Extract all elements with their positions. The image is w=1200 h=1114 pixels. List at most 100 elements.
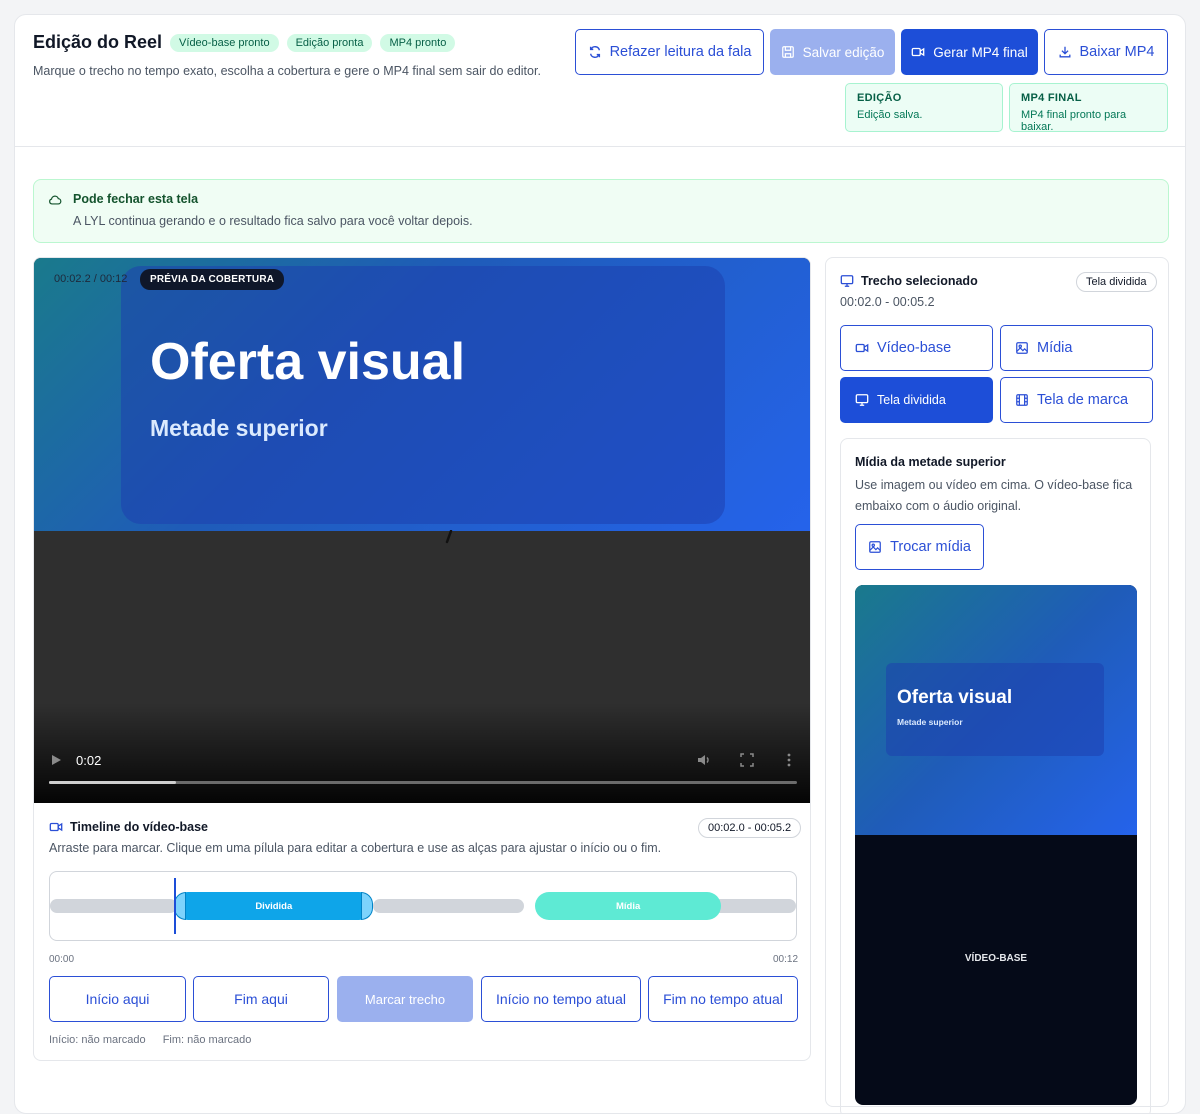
mark-segment-button[interactable]: Marcar trecho [337, 976, 473, 1022]
monitor-icon [840, 275, 854, 287]
swap-media-label: Trocar mídia [890, 539, 971, 555]
segment-label: Mídia [616, 900, 641, 912]
thumbnail-top-half: Oferta visual Metade superior [855, 585, 1137, 835]
chip-edit-ready: Edição pronta [286, 33, 373, 52]
segment-start-handle[interactable] [174, 892, 187, 920]
redo-speech-label: Refazer leitura da fala [609, 44, 752, 60]
timeline-range-badge: 00:02.0 - 00:05.2 [698, 818, 802, 838]
background-processing-banner: Pode fechar esta tela A LYL continua ger… [33, 179, 1169, 243]
timeline-playhead[interactable] [174, 878, 176, 934]
banner-text: A LYL continua gerando e o resultado fic… [73, 214, 473, 228]
panel-heading: Trecho selecionado [840, 274, 978, 288]
player-progress-fill [49, 781, 177, 784]
timeline-end-label: 00:12 [773, 954, 799, 965]
top-half-media-section: Mídia da metade superior Use imagem ou v… [840, 438, 1151, 1113]
video-frame-mark-icon [445, 530, 453, 544]
timeline-start-label: 00:00 [49, 954, 75, 965]
panel-layout-badge: Tela dividida [1076, 272, 1157, 292]
video-camera-icon [911, 47, 925, 57]
generate-mp4-button[interactable]: Gerar MP4 final [901, 29, 1038, 75]
preview-and-timeline-card: Oferta visual Metade superior 00:02.2 / … [33, 257, 811, 1061]
panel-title: Trecho selecionado [861, 274, 978, 288]
status-mp4-label: MP4 FINAL [1021, 92, 1082, 104]
thumbnail-headline: Oferta visual [897, 687, 1013, 708]
panel-range: 00:02.0 - 00:05.2 [840, 295, 935, 309]
start-here-button[interactable]: Início aqui [49, 976, 186, 1022]
end-here-button[interactable]: Fim aqui [193, 976, 329, 1022]
film-icon [1016, 394, 1028, 406]
option-media[interactable]: Mídia [1000, 325, 1153, 371]
timeline-segment-split[interactable]: Dividida [174, 892, 374, 920]
download-mp4-button[interactable]: Baixar MP4 [1044, 29, 1168, 75]
split-screen-thumbnail: Oferta visual Metade superior VÍDEO-BASE [855, 585, 1137, 1105]
timeline-heading: Timeline do vídeo-base [49, 820, 208, 834]
thumbnail-card [886, 663, 1104, 756]
chip-video-base: Vídeo-base pronto [170, 33, 279, 52]
option-media-label: Mídia [1037, 340, 1073, 356]
volume-icon[interactable] [696, 752, 712, 768]
cover-headline: Oferta visual [150, 333, 466, 391]
status-mp4: MP4 FINAL MP4 final pronto para baixar. [1009, 83, 1168, 133]
swap-media-button[interactable]: Trocar mídia [855, 524, 984, 570]
page-subtitle: Marque o trecho no tempo exato, escolha … [33, 64, 541, 78]
media-section-title: Mídia da metade superior [855, 455, 1006, 469]
end-mark-status: Fim: não marcado [162, 1034, 252, 1046]
fullscreen-icon[interactable] [740, 753, 754, 767]
redo-speech-button[interactable]: Refazer leitura da fala [575, 29, 764, 75]
chip-mp4-ready: MP4 pronto [380, 33, 456, 52]
timeline-description: Arraste para marcar. Clique em uma pílul… [49, 841, 662, 855]
segment-label: Dividida [255, 900, 293, 912]
option-split-screen[interactable]: Tela dividida [840, 377, 993, 423]
preview-time-overlay: 00:02.2 / 00:12 [54, 273, 128, 285]
selected-segment-panel: Trecho selecionado Tela dividida 00:02.0… [825, 257, 1169, 1113]
thumbnail-bottom-label: VÍDEO-BASE [964, 953, 1028, 964]
cloud-icon [49, 195, 62, 205]
timeline-gap [373, 899, 524, 913]
editor-header: Edição do Reel Vídeo-base pronto Edição … [15, 15, 1185, 147]
page-title: Edição do Reel [33, 32, 163, 52]
timeline-segment-media[interactable]: Mídia [534, 892, 722, 920]
image-icon [869, 541, 881, 553]
option-brand-screen-label: Tela de marca [1037, 392, 1129, 408]
save-edit-label: Salvar edição [802, 44, 885, 60]
thumbnail-sub: Metade superior [897, 717, 963, 727]
reel-editor-page: Edição do Reel Vídeo-base pronto Edição … [14, 14, 1186, 1114]
refresh-icon [589, 46, 600, 58]
status-mp4-value: MP4 final pronto para baixar. [1021, 109, 1127, 133]
mark-status: Início: não marcado Fim: não marcado [49, 1034, 251, 1046]
save-icon [781, 46, 794, 58]
end-current-time-button[interactable]: Fim no tempo atual [648, 976, 798, 1022]
title-row: Edição do Reel Vídeo-base pronto Edição … [33, 32, 456, 53]
segment-end-handle[interactable] [361, 892, 374, 920]
status-edit-label: EDIÇÃO [857, 92, 902, 104]
option-brand-screen[interactable]: Tela de marca [1000, 377, 1153, 423]
timeline-title: Timeline do vídeo-base [70, 820, 209, 834]
banner-title: Pode fechar esta tela [73, 192, 199, 206]
video-camera-icon [49, 822, 63, 832]
video-camera-icon [855, 343, 869, 353]
save-edit-button[interactable]: Salvar edição [770, 29, 895, 75]
download-mp4-label: Baixar MP4 [1079, 44, 1155, 60]
player-controls-gradient [34, 703, 810, 803]
option-video-base-label: Vídeo-base [877, 340, 952, 356]
cover-card [121, 266, 725, 524]
monitor-icon [855, 394, 869, 406]
media-section-description: Use imagem ou vídeo em cima. O vídeo-bas… [855, 478, 1133, 513]
play-icon[interactable] [49, 753, 63, 767]
timeline-track[interactable]: Dividida Mídia [49, 871, 797, 941]
start-mark-status: Início: não marcado [49, 1034, 146, 1046]
image-icon [1016, 342, 1028, 354]
option-video-base[interactable]: Vídeo-base [840, 325, 993, 371]
start-current-time-button[interactable]: Início no tempo atual [481, 976, 641, 1022]
timeline-gap [50, 899, 177, 913]
status-edit-value: Edição salva. [857, 109, 923, 121]
video-player[interactable]: Oferta visual Metade superior 00:02.2 / … [34, 258, 810, 803]
download-icon [1059, 46, 1070, 58]
status-edit: EDIÇÃO Edição salva. [845, 83, 1003, 132]
cover-subheadline: Metade superior [150, 415, 328, 441]
preview-badge: PRÉVIA DA COBERTURA [140, 269, 285, 290]
player-current-time: 0:02 [76, 753, 102, 768]
generate-mp4-label: Gerar MP4 final [933, 44, 1028, 60]
more-options-icon[interactable] [786, 752, 792, 768]
player-progress-bar[interactable] [49, 781, 797, 784]
